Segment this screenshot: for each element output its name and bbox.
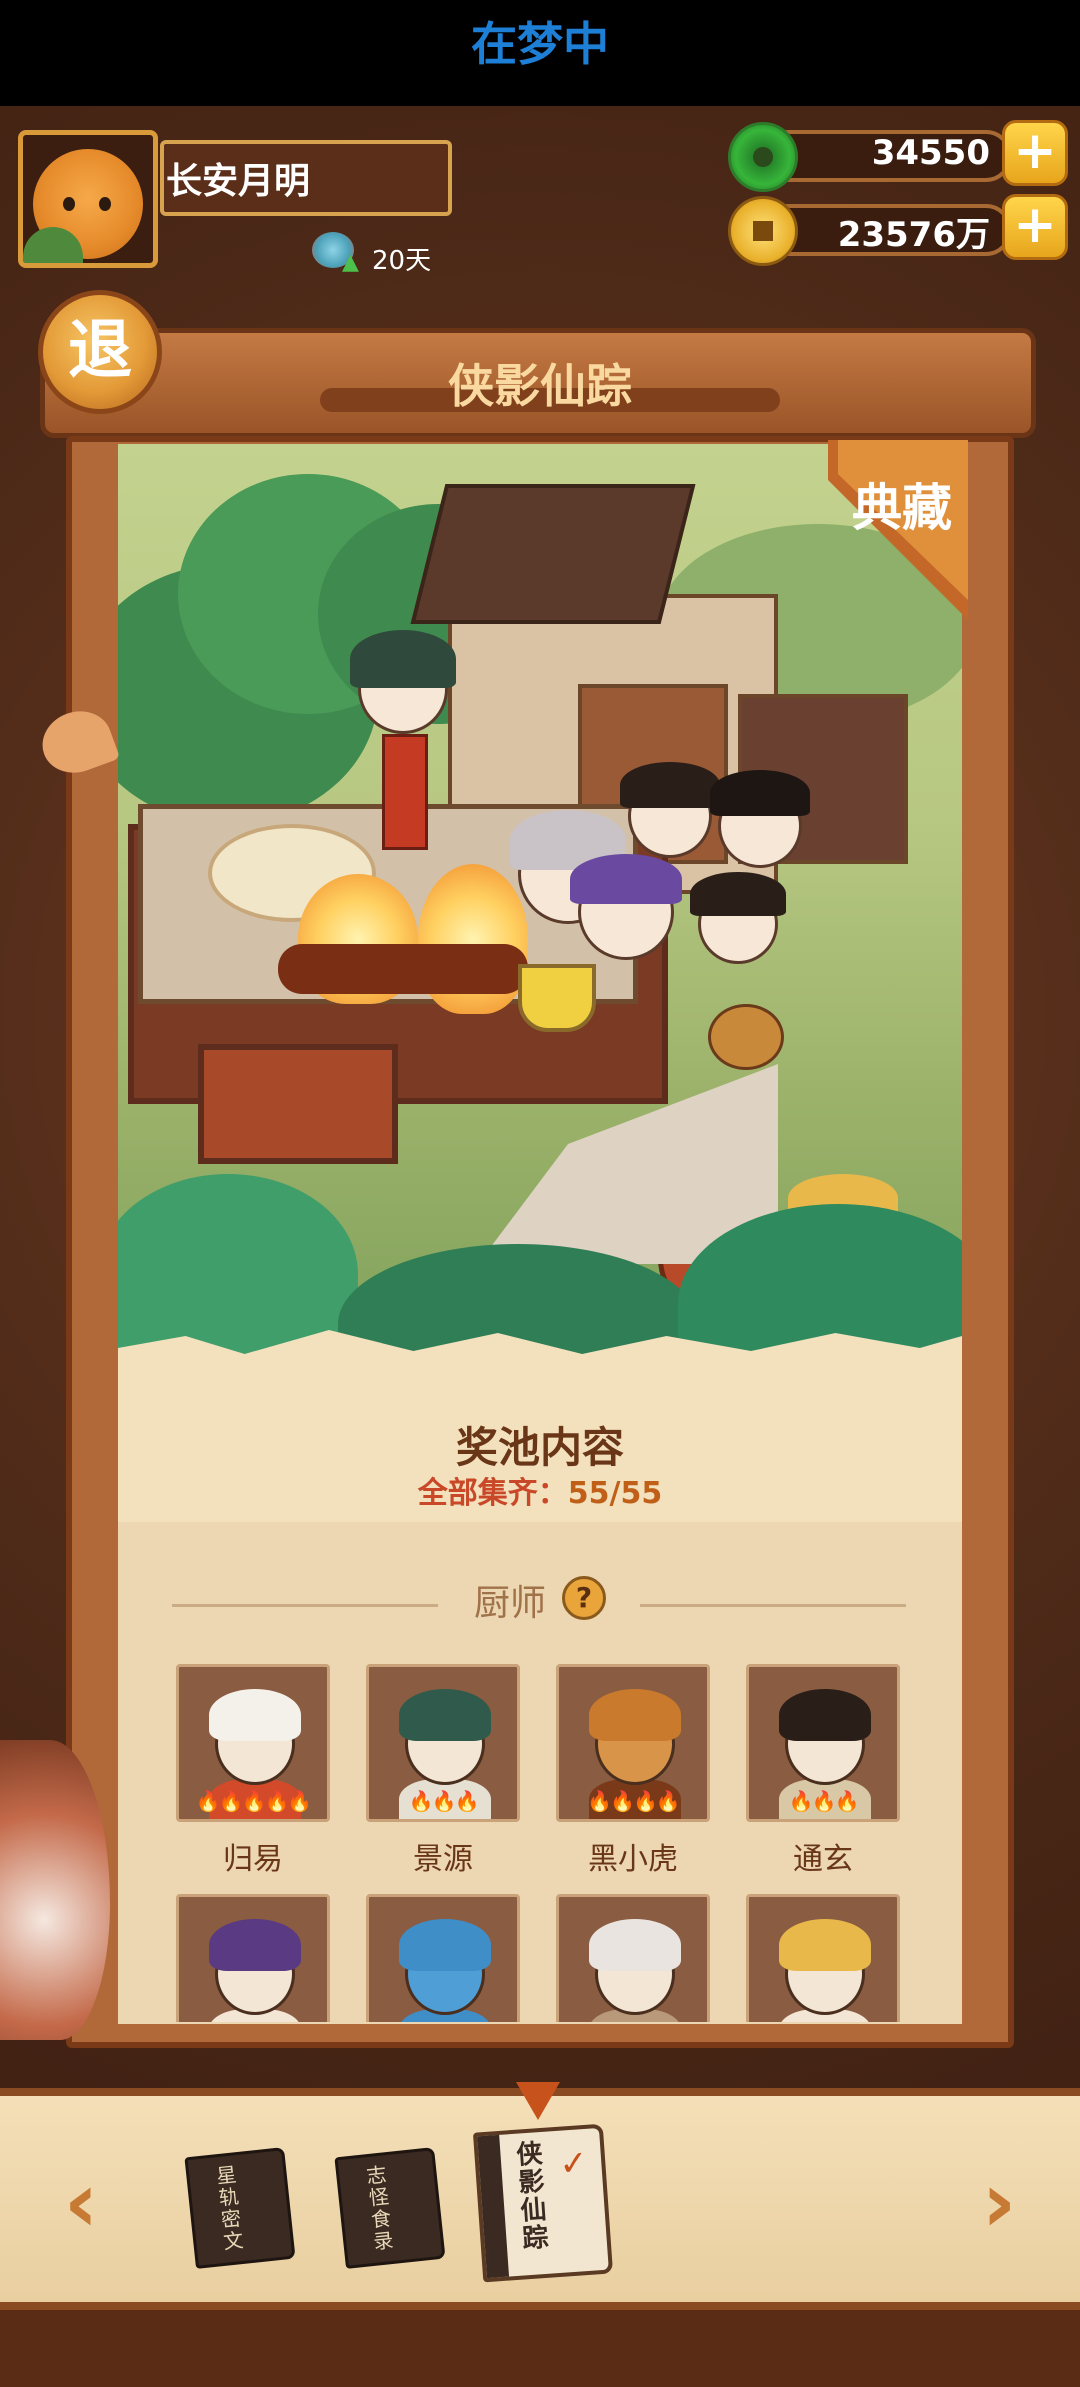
star-flames-icon: 🔥🔥🔥🔥 [587, 1789, 681, 1813]
book-zhiguai[interactable]: 志怪食录 [334, 2147, 446, 2269]
book-title: 志怪食录 [365, 2162, 395, 2254]
chef-name: 归易 [223, 1842, 283, 1877]
pool-title: 奖池内容 [455, 1423, 624, 1472]
chef-card[interactable]: 🔥🔥🔥 [746, 1664, 900, 1822]
chef-section-label: 厨师 [473, 1583, 546, 1624]
pool-progress: 全部集齐：55/55 [0, 1468, 1080, 1512]
chef-card[interactable] [176, 1894, 330, 2022]
add-coin-button[interactable]: + [1002, 194, 1068, 260]
chef-name: 景源 [413, 1842, 473, 1877]
next-arrow-button[interactable]: › [964, 2158, 1034, 2248]
book-title: 侠影仙踪 [515, 2138, 550, 2255]
prev-arrow-button[interactable]: ‹ [46, 2158, 116, 2248]
collection-badge: 典藏 [852, 479, 952, 537]
star-flames-icon: 🔥🔥🔥 [788, 1789, 860, 1813]
pool-progress-value: 55/55 [567, 1476, 663, 1511]
star-flames-icon: 🔥🔥🔥 [408, 1789, 480, 1813]
chef-card[interactable]: 🔥🔥🔥🔥 [556, 1664, 710, 1822]
chef-name: 黑小虎 [588, 1842, 678, 1877]
exit-button[interactable]: 退 [38, 290, 162, 414]
help-icon[interactable]: ? [562, 1576, 606, 1620]
add-jade-button[interactable]: + [1002, 120, 1068, 186]
coin-amount: 23576万 [837, 215, 990, 255]
pool-progress-label: 全部集齐： [417, 1476, 568, 1511]
chef-card[interactable] [556, 1894, 710, 2022]
player-avatar[interactable] [18, 130, 158, 268]
page-title: 侠影仙踪 [448, 359, 632, 413]
chef-row-clipped [118, 1890, 962, 2022]
book-title: 星轨密文 [215, 2162, 245, 2254]
chef-card[interactable]: 🔥🔥🔥🔥🔥 [176, 1664, 330, 1822]
status-text: 在梦中 [471, 17, 609, 71]
chef-card[interactable] [746, 1894, 900, 2022]
days-count: 20天 [372, 246, 432, 276]
up-arrow-icon: ▲ [342, 250, 359, 275]
book-xingui[interactable]: 星轨密文 [184, 2147, 296, 2269]
chef-card[interactable]: 🔥🔥🔥 [366, 1664, 520, 1822]
check-icon: ✓ [557, 2142, 590, 2185]
star-flames-icon: 🔥🔥🔥🔥🔥 [195, 1789, 313, 1813]
chef-name: 通玄 [793, 1842, 853, 1877]
bottom-strip [0, 2310, 1080, 2387]
jade-amount: 34550 [871, 133, 990, 173]
player-name: 长安月明 [166, 161, 311, 202]
chef-card[interactable] [366, 1894, 520, 2022]
book-xiaying-active[interactable]: 侠影仙踪 ✓ [472, 2123, 614, 2283]
